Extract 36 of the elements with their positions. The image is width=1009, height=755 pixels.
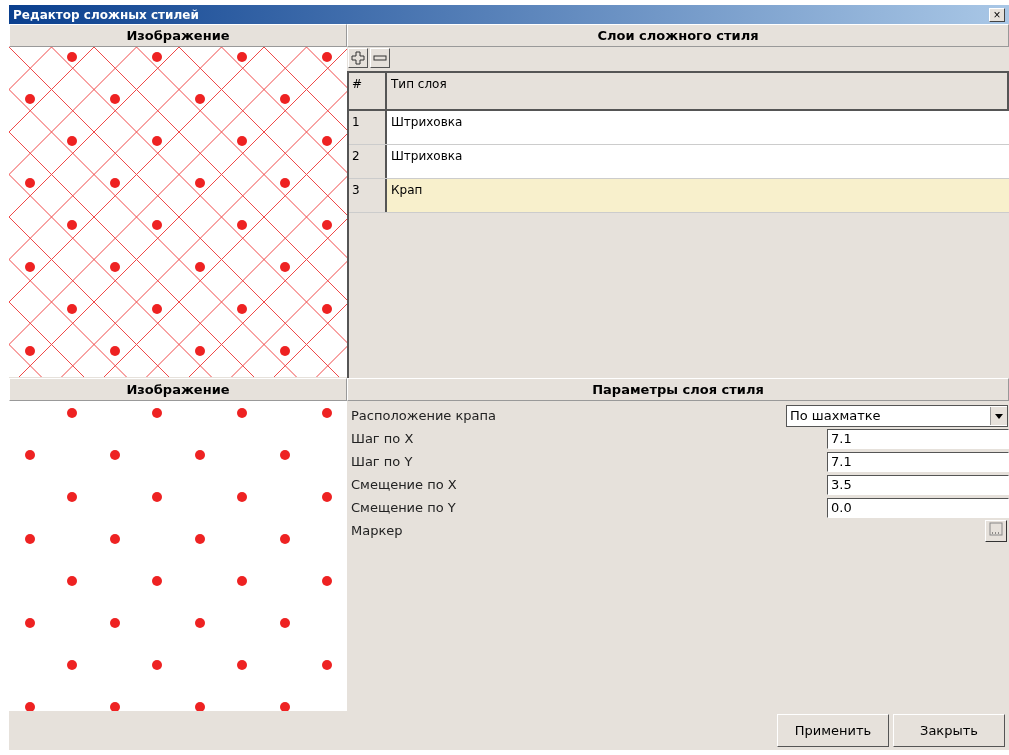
column-header: # (349, 73, 387, 109)
input-field[interactable]: 3.5 (827, 474, 1009, 495)
field-label: Смещение по X (351, 477, 457, 492)
field-label: Шаг по Y (351, 454, 413, 469)
layer-row[interactable]: 3 Крап (349, 179, 1009, 213)
panel-header: Изображение (9, 24, 347, 47)
add-button[interactable] (348, 48, 368, 68)
ellipsis-icon (989, 522, 1003, 536)
table-cell-text: Штриховка (390, 114, 464, 131)
minus-icon (373, 55, 387, 61)
table-cell-text: Штриховка (390, 148, 464, 165)
input-field[interactable]: 7.1 (827, 428, 1009, 449)
remove-button[interactable] (370, 48, 390, 68)
column-header: Тип слоя (390, 76, 448, 93)
table-cell-text: Крап (390, 182, 424, 199)
panel-header: Параметры слоя стиля (347, 378, 1009, 401)
dialog-button[interactable]: Применить (777, 714, 889, 747)
plus-icon (351, 51, 365, 65)
row-number: 1 (349, 111, 387, 144)
field-label: Смещение по Y (351, 500, 456, 515)
window-title: Редактор сложных стилей (13, 7, 199, 22)
close-button[interactable]: × (989, 7, 1005, 22)
input-field[interactable]: 7.1 (827, 451, 1009, 472)
field-label: Шаг по X (351, 431, 414, 446)
field-label: Расположение крапа (351, 408, 496, 423)
dialog-button[interactable]: Закрыть (893, 714, 1005, 747)
row-number: 3 (349, 179, 387, 212)
dropdown[interactable]: По шахматке (786, 404, 1008, 427)
field-label: Маркер (351, 523, 403, 538)
marker-button[interactable] (985, 519, 1007, 542)
input-field[interactable]: 0.0 (827, 497, 1009, 518)
layer-row[interactable]: 1 Штриховка (349, 111, 1009, 145)
panel-header: Изображение (9, 378, 347, 401)
layer-row[interactable]: 2 Штриховка (349, 145, 1009, 179)
panel-header: Слои сложного стиля (347, 24, 1009, 47)
row-number: 2 (349, 145, 387, 178)
